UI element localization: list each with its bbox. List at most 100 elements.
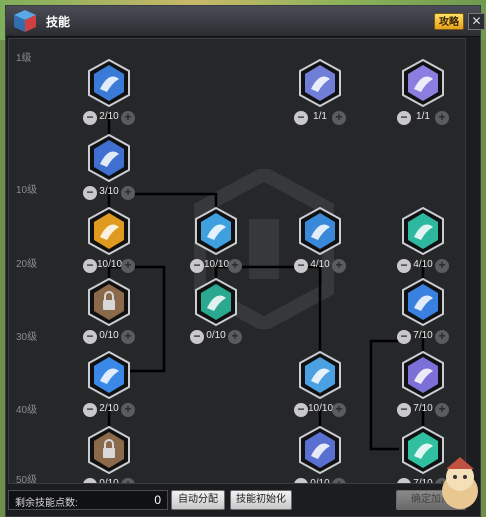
- cube-icon: [14, 10, 36, 32]
- remaining-points-value: 0: [154, 493, 161, 507]
- skill-level-value: 4/10: [413, 259, 433, 270]
- plus-icon[interactable]: +: [121, 403, 135, 417]
- skill-level-control: −2/10 +: [83, 402, 135, 418]
- skill-level-value: 10/10: [204, 259, 230, 270]
- skill-level-control: −0/10 +: [190, 329, 242, 345]
- minus-icon[interactable]: −: [190, 259, 204, 273]
- teal-crystal-skill-icon: [195, 278, 237, 326]
- skill-level-control: −7/10 +: [397, 402, 449, 418]
- minus-icon[interactable]: −: [294, 111, 308, 125]
- plus-icon[interactable]: +: [228, 330, 242, 344]
- minus-icon[interactable]: −: [397, 403, 411, 417]
- blue-crescent-skill-icon: [88, 134, 130, 182]
- minus-icon[interactable]: −: [294, 403, 308, 417]
- locked-skill-icon: [88, 278, 130, 326]
- skill-node[interactable]: [195, 207, 237, 255]
- skill-level-control: −10/10 +: [294, 402, 346, 418]
- skill-level-control: −4/10 +: [294, 258, 346, 274]
- skill-level-control: −0/10 +: [83, 329, 135, 345]
- plus-icon[interactable]: +: [121, 111, 135, 125]
- skill-level-value: 0/10: [310, 478, 330, 484]
- minus-icon[interactable]: −: [83, 186, 97, 200]
- minus-icon[interactable]: −: [83, 111, 97, 125]
- skill-node[interactable]: [299, 426, 341, 474]
- plus-icon[interactable]: +: [435, 403, 449, 417]
- skill-node[interactable]: [88, 278, 130, 326]
- plus-icon[interactable]: +: [435, 330, 449, 344]
- skill-level-control: −10/10 +: [83, 258, 135, 274]
- auto-assign-button[interactable]: 自动分配: [171, 490, 225, 510]
- skill-level-control: −0/10 +: [83, 477, 135, 483]
- plus-icon[interactable]: +: [332, 403, 346, 417]
- remaining-points-box: 剩余技能点数: 0: [8, 490, 168, 510]
- spellbook-skill-icon: [402, 59, 444, 107]
- skill-node[interactable]: [299, 207, 341, 255]
- skill-node[interactable]: [402, 278, 444, 326]
- skill-level-value: 7/10: [413, 478, 433, 484]
- skill-node[interactable]: [299, 351, 341, 399]
- skill-node[interactable]: [88, 207, 130, 255]
- plus-icon[interactable]: +: [228, 259, 242, 273]
- fire-burst-skill-icon: [88, 207, 130, 255]
- skill-level-control: −1/1 +: [397, 110, 449, 126]
- window-title: 技能: [46, 15, 71, 29]
- minus-icon[interactable]: −: [83, 330, 97, 344]
- skill-node[interactable]: [402, 207, 444, 255]
- skill-level-control: −1/1 +: [294, 110, 346, 126]
- skill-node[interactable]: [195, 278, 237, 326]
- reset-skills-button[interactable]: 技能初始化: [230, 490, 292, 510]
- plus-icon[interactable]: +: [121, 186, 135, 200]
- skill-level-control: −4/10 +: [397, 258, 449, 274]
- plus-icon[interactable]: +: [332, 111, 346, 125]
- skill-level-value: 4/10: [310, 259, 330, 270]
- skill-node[interactable]: [299, 59, 341, 107]
- skill-node[interactable]: [88, 59, 130, 107]
- minus-icon[interactable]: −: [397, 478, 411, 483]
- plus-icon[interactable]: +: [435, 259, 449, 273]
- skill-node[interactable]: [88, 134, 130, 182]
- arcane-orb-skill-icon: [402, 351, 444, 399]
- skill-node[interactable]: [88, 351, 130, 399]
- green-gem-skill-icon: [402, 207, 444, 255]
- minus-icon[interactable]: −: [397, 259, 411, 273]
- skill-level-value: 3/10: [99, 186, 119, 197]
- blue-slash-skill-icon: [88, 59, 130, 107]
- minus-icon[interactable]: −: [83, 478, 97, 483]
- bottom-bar: 剩余技能点数: 0 自动分配 技能初始化 确定加点: [8, 488, 466, 512]
- close-button[interactable]: ✕: [468, 13, 485, 30]
- plus-icon[interactable]: +: [121, 330, 135, 344]
- sp-crystal-skill-icon: [299, 59, 341, 107]
- skill-node[interactable]: [88, 426, 130, 474]
- wave-dash-skill-icon: [195, 207, 237, 255]
- skill-level-value: 7/10: [413, 330, 433, 341]
- minus-icon[interactable]: −: [190, 330, 204, 344]
- minus-icon[interactable]: −: [83, 403, 97, 417]
- skill-level-control: −7/10 +: [397, 329, 449, 345]
- plus-icon[interactable]: +: [121, 478, 135, 483]
- locked-skill-icon: [88, 426, 130, 474]
- arcane-tome-skill-icon: [299, 426, 341, 474]
- skill-level-value: 2/10: [99, 111, 119, 122]
- guide-button[interactable]: 攻略: [434, 13, 464, 30]
- minus-icon[interactable]: −: [397, 330, 411, 344]
- plus-icon[interactable]: +: [332, 478, 346, 483]
- blue-wing-skill-icon: [402, 278, 444, 326]
- skill-node[interactable]: [402, 351, 444, 399]
- plus-icon[interactable]: +: [121, 259, 135, 273]
- remaining-points-label: 剩余技能点数:: [15, 498, 78, 509]
- skill-level-value: 1/1: [313, 111, 327, 122]
- ice-armor-skill-icon: [299, 351, 341, 399]
- skill-level-value: 0/10: [206, 330, 226, 341]
- skill-level-control: −0/10 +: [294, 477, 346, 484]
- skill-node[interactable]: [402, 59, 444, 107]
- minus-icon[interactable]: −: [294, 478, 308, 483]
- skill-level-value: 0/10: [99, 330, 119, 341]
- minus-icon[interactable]: −: [83, 259, 97, 273]
- plus-icon[interactable]: +: [332, 259, 346, 273]
- minus-icon[interactable]: −: [294, 259, 308, 273]
- skill-level-control: −3/10 +: [83, 185, 135, 201]
- minus-icon[interactable]: −: [397, 111, 411, 125]
- skill-level-value: 7/10: [413, 403, 433, 414]
- plus-icon[interactable]: +: [435, 111, 449, 125]
- title-bar[interactable]: 技能 攻略 ✕: [6, 6, 485, 37]
